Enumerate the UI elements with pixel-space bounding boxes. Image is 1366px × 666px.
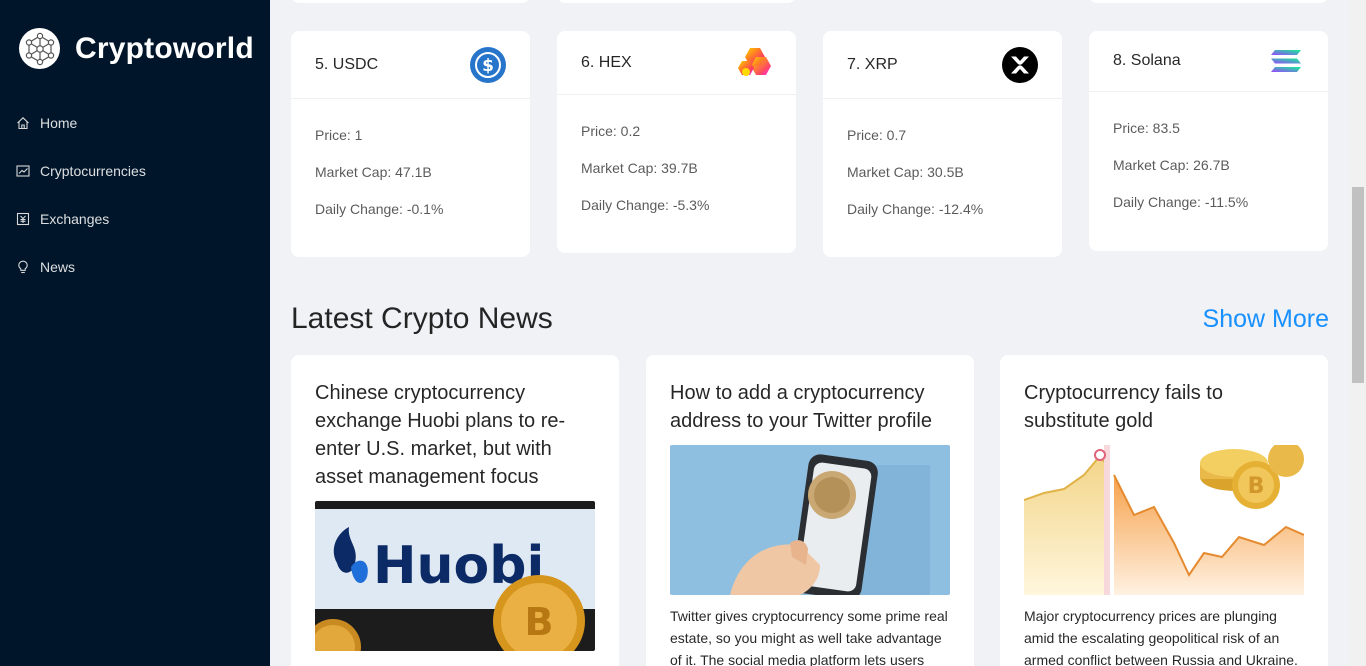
phone-with-coin-image bbox=[670, 445, 950, 595]
sidebar-menu: Home Cryptocurrencies Exchanges News bbox=[0, 99, 270, 291]
show-more-link[interactable]: Show More bbox=[1203, 305, 1329, 334]
xrp-icon bbox=[1002, 46, 1038, 83]
coin-card-usdc[interactable]: 5. USDC $ Price: 1 Market Cap: 47.1B Dai… bbox=[291, 31, 530, 257]
solana-icon bbox=[1268, 43, 1304, 79]
exchange-icon bbox=[16, 212, 30, 226]
news-title[interactable]: How to add a cryptocurrency address to y… bbox=[670, 379, 950, 435]
home-icon bbox=[16, 116, 30, 130]
coin-market-cap: Market Cap: 30.5B bbox=[847, 164, 964, 180]
main-content: 5. USDC $ Price: 1 Market Cap: 47.1B Dai… bbox=[270, 0, 1350, 666]
huobi-logo-image: Huobi B bbox=[315, 501, 595, 651]
coin-name: 6. HEX bbox=[581, 53, 632, 71]
sidebar-item-cryptocurrencies[interactable]: Cryptocurrencies bbox=[0, 147, 270, 195]
bulb-icon bbox=[16, 260, 30, 274]
news-description: Twitter gives cryptocurrency some prime … bbox=[670, 608, 948, 666]
coin-price: Price: 1 bbox=[315, 127, 363, 143]
brand[interactable]: Cryptoworld bbox=[19, 28, 254, 69]
news-title[interactable]: Chinese cryptocurrency exchange Huobi pl… bbox=[315, 379, 595, 491]
coin-market-cap: Market Cap: 26.7B bbox=[1113, 157, 1230, 173]
coin-card-body: Price: 1 Market Cap: 47.1B Daily Change:… bbox=[291, 99, 530, 216]
coin-daily-change: Daily Change: -12.4% bbox=[847, 201, 984, 217]
coin-card-xrp[interactable]: 7. XRP Price: 0.7 Market Cap: 30.5B Dail… bbox=[823, 31, 1062, 257]
coin-market-cap: Market Cap: 47.1B bbox=[315, 164, 432, 180]
coin-card-body: Price: 0.2 Market Cap: 39.7B Daily Chang… bbox=[557, 95, 796, 212]
sidebar-item-label: Home bbox=[40, 115, 78, 131]
sidebar-item-exchanges[interactable]: Exchanges bbox=[0, 195, 270, 243]
coin-market-cap: Market Cap: 39.7B bbox=[581, 160, 698, 176]
coin-price: Price: 0.2 bbox=[581, 123, 641, 139]
svg-text:B: B bbox=[525, 600, 554, 644]
usdc-icon: $ bbox=[470, 46, 506, 83]
coin-card-partial[interactable] bbox=[557, 0, 796, 3]
coin-card-header: 6. HEX bbox=[557, 31, 796, 95]
coin-card-body: Price: 83.5 Market Cap: 26.7B Daily Chan… bbox=[1089, 92, 1328, 209]
news-card[interactable]: How to add a cryptocurrency address to y… bbox=[646, 355, 974, 666]
coin-card-hex[interactable]: 6. HEX Price: 0.2 Market Cap: 39.7B Dail… bbox=[557, 31, 796, 253]
coin-name: 5. USDC bbox=[315, 55, 379, 73]
page-scrollbar[interactable] bbox=[1350, 0, 1366, 666]
chart-icon bbox=[16, 164, 30, 178]
coin-price: Price: 83.5 bbox=[1113, 120, 1180, 136]
news-card[interactable]: Cryptocurrency fails to substitute gold bbox=[1000, 355, 1328, 666]
scrollbar-thumb[interactable] bbox=[1352, 187, 1364, 383]
coin-daily-change: Daily Change: -11.5% bbox=[1113, 194, 1249, 210]
news-title[interactable]: Cryptocurrency fails to substitute gold bbox=[1024, 379, 1304, 435]
sidebar-item-label: News bbox=[40, 259, 76, 275]
gold-vs-bitcoin-chart-image: B bbox=[1024, 445, 1304, 595]
sidebar-item-label: Cryptocurrencies bbox=[40, 163, 146, 179]
sidebar-item-news[interactable]: News bbox=[0, 243, 270, 291]
svg-text:$: $ bbox=[482, 56, 494, 76]
coin-card-header: 8. Solana bbox=[1089, 31, 1328, 92]
coin-name: 8. Solana bbox=[1113, 52, 1181, 69]
svg-text:B: B bbox=[1248, 474, 1265, 499]
crypto-logo-icon bbox=[19, 28, 60, 69]
brand-title[interactable]: Cryptoworld bbox=[75, 32, 254, 66]
coin-card-header: 7. XRP bbox=[823, 31, 1062, 99]
coin-card-header: 5. USDC $ bbox=[291, 31, 530, 99]
coin-card-solana[interactable]: 8. Solana Price: 83.5 Market Cap: 26.7B … bbox=[1089, 31, 1328, 251]
coin-price: Price: 0.7 bbox=[847, 127, 907, 143]
coin-daily-change: Daily Change: -0.1% bbox=[315, 201, 444, 217]
news-description: Major cryptocurrency prices are plunging… bbox=[1024, 608, 1298, 666]
sidebar-item-label: Exchanges bbox=[40, 211, 110, 227]
coin-card-body: Price: 0.7 Market Cap: 30.5B Daily Chang… bbox=[823, 99, 1062, 216]
sidebar: Cryptoworld Home Cryptocurrencies Exchan… bbox=[0, 0, 270, 666]
news-section-title: Latest Crypto News bbox=[291, 302, 553, 335]
hex-icon bbox=[736, 45, 772, 81]
coin-name: 7. XRP bbox=[847, 55, 898, 73]
coin-daily-change: Daily Change: -5.3% bbox=[581, 197, 710, 213]
coin-card-partial[interactable] bbox=[291, 0, 530, 3]
coin-card-partial[interactable] bbox=[1089, 0, 1328, 3]
news-card[interactable]: Chinese cryptocurrency exchange Huobi pl… bbox=[291, 355, 619, 666]
sidebar-item-home[interactable]: Home bbox=[0, 99, 270, 147]
